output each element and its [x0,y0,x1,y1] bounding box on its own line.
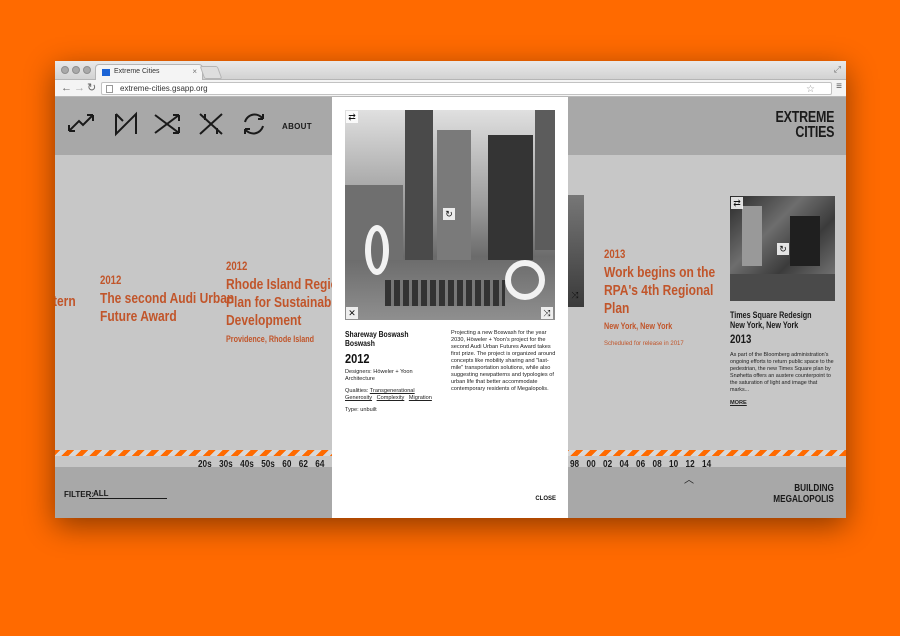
project-type: Type: unbuilt [345,407,377,413]
project-modal: ⇄ ↻ ✕ ⤨ Shareway Boswash Boswash 2012 De… [332,97,568,518]
back-icon[interactable]: ← [61,82,72,94]
close-button[interactable]: CLOSE [535,496,556,502]
browser-toolbar: ← → ↻ extreme-cities.gsapp.org ☆ ≡ [55,80,846,97]
cycle-icon[interactable] [239,111,269,137]
project-description: Projecting a new Boswash for the year 20… [451,330,556,392]
entry-description: As part of the Bloomberg administration'… [730,352,834,393]
timeline-right: 98 00 02 04 06 08 10 12 14 [570,459,719,470]
title-bar: Extreme Cities × ⤢ [55,61,846,80]
entry-location: Providence, Rhode Island [226,334,315,344]
timeline-item[interactable]: 12 [686,459,695,470]
browser-tab[interactable]: Extreme Cities × [95,64,203,80]
cross-arrows-icon[interactable] [152,111,182,137]
crossed-lines-icon[interactable] [196,111,226,137]
quality-link[interactable]: Complexity [377,395,405,401]
entry-year: 2012 [226,259,248,273]
entry-title-rpa[interactable]: Work begins on the RPA's 4th Regional Pl… [604,264,715,318]
cross-arrows-icon: ⤨ [571,290,579,300]
timeline-item[interactable]: 60 [282,459,291,470]
cross-arrows-icon: ⤨ [541,307,553,319]
bookmark-star-icon[interactable]: ☆ [806,84,815,95]
entry-year: 2013 [730,332,752,346]
title-line: The second Audi Urban [100,290,235,307]
browser-menu-icon[interactable]: ≡ [836,81,842,92]
cycle-icon: ↻ [443,208,455,220]
timeline-item[interactable]: 20s [198,459,212,470]
title-line: Work begins on the [604,264,716,281]
crossed-lines-icon: ✕ [346,307,358,319]
title-line: New York, New York [730,320,799,330]
timeline-item[interactable]: 02 [603,459,612,470]
logo-line-2: CITIES [795,124,834,141]
favicon-icon [102,69,110,76]
project-qualities: Qualities: Transgenerational Generosity … [345,388,445,402]
close-window-button[interactable] [61,66,69,74]
swap-arrows-icon[interactable] [66,111,96,137]
timeline-item[interactable]: 30s [219,459,233,470]
new-tab-button[interactable] [199,66,223,79]
logo-line-1: EXTREME [775,109,834,126]
entry-year: 2013 [604,247,626,261]
address-bar[interactable]: extreme-cities.gsapp.org ☆ [101,82,832,95]
swap-arrows-icon: ⇄ [346,111,358,123]
swap-arrows-icon: ⇄ [731,197,743,209]
fullscreen-icon[interactable]: ⤢ [834,64,841,75]
filter-select[interactable]: ALL [89,489,167,499]
chevron-up-icon[interactable]: ︿ [684,471,694,486]
tab-close-icon[interactable]: × [192,67,197,76]
timeline-item[interactable]: 08 [653,459,662,470]
reload-icon[interactable]: ↻ [87,82,96,94]
title-line: Plan [604,300,630,317]
timeline-item[interactable]: 40s [240,459,254,470]
entry-year: 2012 [100,273,122,287]
project-title: Shareway Boswash Boswash [345,330,408,348]
building-megalopolis-link[interactable]: BUILDING MEGALOPOLIS [773,483,834,505]
timeline-left: 20s30s40s50s60626466 [198,459,348,470]
timeline-item[interactable]: 62 [299,459,308,470]
timeline-item[interactable]: 00 [587,459,596,470]
project-title-line-2: Boswash [345,339,375,348]
timeline-item[interactable]: 14 [702,459,711,470]
project-title-line-1: Shareway Boswash [345,330,409,339]
entry-location: New York, New York [604,321,673,331]
timeline-item[interactable]: 98 [570,459,579,470]
more-link[interactable]: MORE [730,400,747,407]
page-viewport: ABOUT EXTREME CITIES tern 2012 The secon… [55,97,846,518]
cycle-icon: ↻ [777,243,789,255]
title-line: Times Square Redesign [730,310,812,320]
tab-title: Extreme Cities [114,68,160,75]
entry-title-times-square[interactable]: Times Square Redesign New York, New York [730,310,812,330]
quality-link[interactable]: Migration [409,395,432,401]
title-line: Future Award [100,308,177,325]
title-line: RPA's 4th Regional [604,282,714,299]
about-link[interactable]: ABOUT [282,122,312,131]
zigzag-icon[interactable] [111,111,141,137]
entry-fragment-title[interactable]: tern [55,293,76,311]
site-logo[interactable]: EXTREME CITIES [775,109,834,141]
timeline-item[interactable]: 06 [636,459,645,470]
page-icon [106,85,113,93]
building-line-2: MEGALOPOLIS [773,494,834,505]
project-year: 2012 [345,351,370,366]
minimize-window-button[interactable] [72,66,80,74]
timeline-item[interactable]: 50s [261,459,275,470]
qualities-label: Qualities: [345,388,369,394]
entry-note: Scheduled for release in 2017 [604,341,684,347]
project-designers: Designers: Höweler + Yoon Architecture [345,369,413,382]
entry-title-audi[interactable]: The second Audi Urban Future Award [100,290,234,326]
url-text: extreme-cities.gsapp.org [120,84,208,93]
browser-window: Extreme Cities × ⤢ ← → ↻ extreme-cities.… [55,61,846,518]
timeline-item[interactable]: 04 [620,459,629,470]
zoom-window-button[interactable] [83,66,91,74]
building-line-1: BUILDING [794,483,834,494]
forward-icon[interactable]: → [74,82,85,94]
timeline-item[interactable]: 10 [669,459,678,470]
timeline-item[interactable]: 64 [315,459,324,470]
